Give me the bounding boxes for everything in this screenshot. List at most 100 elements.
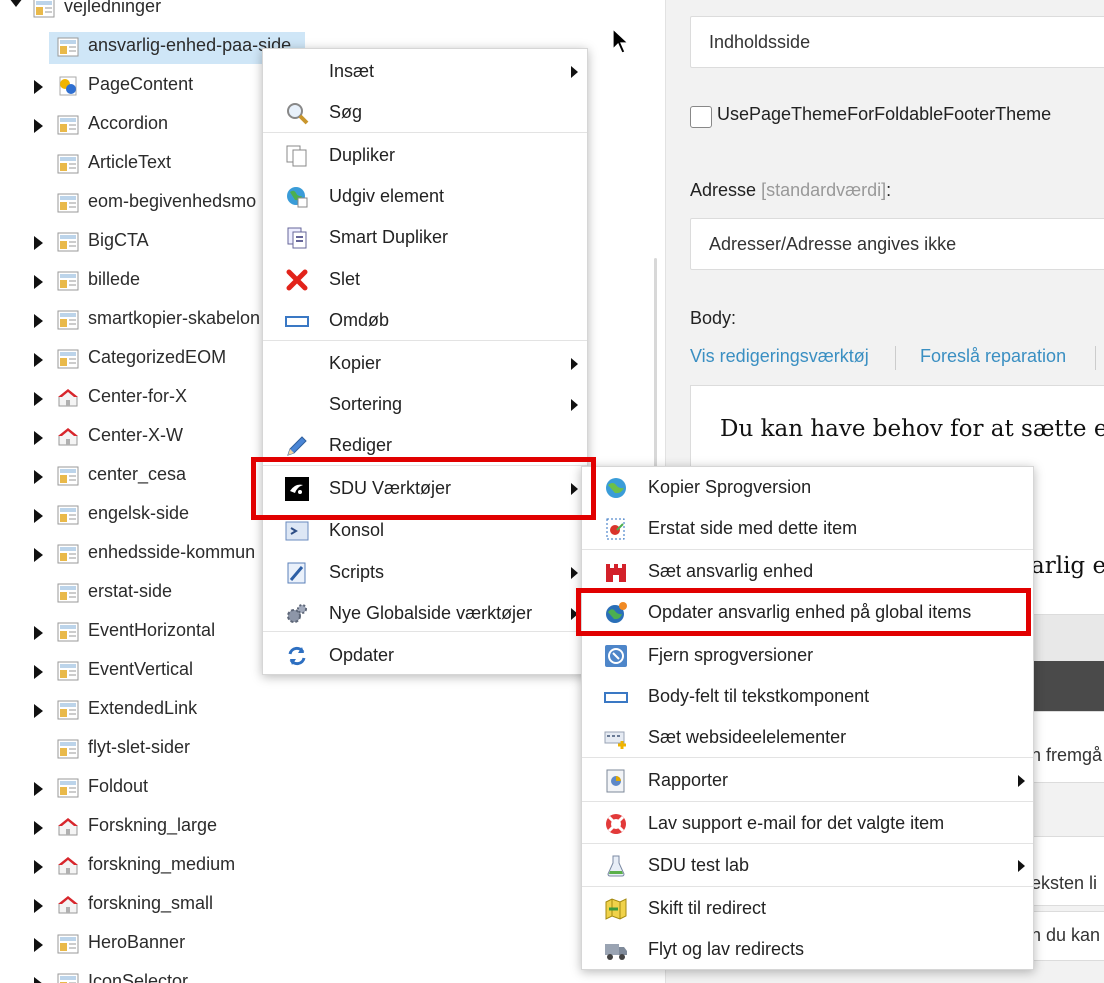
menu-item-insæt[interactable]: Insæt xyxy=(263,51,587,92)
expand-arrow-icon[interactable] xyxy=(34,431,43,445)
delete-x-icon xyxy=(285,268,309,292)
text-fragment: eksten li xyxy=(1031,873,1098,893)
menu-item-label: SDU test lab xyxy=(648,855,750,875)
tree-node[interactable]: flyt-slet-sider xyxy=(0,731,640,770)
submenu-arrow-icon xyxy=(571,567,578,579)
page-template-icon xyxy=(57,466,79,486)
expand-arrow-icon[interactable] xyxy=(34,80,43,94)
menu-item-lav-support-e-mail-for-det-valgte-item[interactable]: Lav support e-mail for det valgte item xyxy=(582,803,1033,844)
menu-separator xyxy=(582,801,1033,802)
address-dropdown[interactable]: Adresser/Adresse angives ikke xyxy=(690,218,1104,270)
theme-checkbox[interactable] xyxy=(690,106,712,128)
suggest-fix-link[interactable]: Foreslå reparation xyxy=(920,346,1066,367)
menu-item-kopier-sprogversion[interactable]: Kopier Sprogversion xyxy=(582,467,1033,508)
expand-arrow-icon[interactable] xyxy=(34,275,43,289)
expand-arrow-icon[interactable] xyxy=(34,470,43,484)
menu-item-label: Smart Dupliker xyxy=(329,227,449,247)
menu-item-flyt-og-lav-redirects[interactable]: Flyt og lav redirects xyxy=(582,929,1033,970)
expand-arrow-icon[interactable] xyxy=(34,977,43,983)
tree-node-label: CategorizedEOM xyxy=(88,347,227,367)
menu-item-søg[interactable]: Søg xyxy=(263,92,587,133)
highlight-box-sdu-tools xyxy=(251,457,596,520)
menu-item-kopier[interactable]: Kopier xyxy=(263,343,587,384)
menu-item-dupliker[interactable]: Dupliker xyxy=(263,135,587,176)
collapse-arrow-icon[interactable] xyxy=(9,0,23,7)
tree-node[interactable]: forskning_small xyxy=(0,887,640,926)
tree-node[interactable]: ExtendedLink xyxy=(0,692,640,731)
tree-node-selected[interactable]: ansvarlig-enhed-paa-side xyxy=(0,29,305,68)
page-content-icon xyxy=(57,76,79,96)
tree-node[interactable]: IconSelector xyxy=(0,965,640,983)
expand-arrow-icon[interactable] xyxy=(34,860,43,874)
menu-item-sæt-websideelelementer[interactable]: Sæt websideelelementer xyxy=(582,717,1033,758)
page-template-icon xyxy=(57,622,79,642)
text-fragment: n fremgå xyxy=(1031,745,1103,765)
menu-item-sortering[interactable]: Sortering xyxy=(263,384,587,425)
menu-separator xyxy=(582,886,1033,887)
show-editor-tools-link[interactable]: Vis redigeringsværktøj xyxy=(690,346,869,367)
text-fragment: n du kan xyxy=(1031,925,1101,945)
expand-arrow-icon[interactable] xyxy=(34,821,43,835)
tree-node-label: BigCTA xyxy=(88,230,149,250)
expand-arrow-icon[interactable] xyxy=(34,353,43,367)
menu-item-rapporter[interactable]: Rapporter xyxy=(582,760,1033,801)
menu-separator xyxy=(263,340,587,341)
menu-item-nye-globalside-værktøjer[interactable]: Nye Globalside værktøjer xyxy=(263,593,587,634)
tree-node-vejledninger[interactable]: vejledninger xyxy=(0,0,300,29)
expand-arrow-icon[interactable] xyxy=(34,236,43,250)
expand-arrow-icon[interactable] xyxy=(34,314,43,328)
screen: { "tree": { "root": "vejledninger", "sel… xyxy=(0,0,1104,983)
page-template-icon xyxy=(57,37,79,57)
expand-arrow-icon[interactable] xyxy=(34,119,43,133)
expand-arrow-icon[interactable] xyxy=(34,899,43,913)
tree-node[interactable]: Foldout xyxy=(0,770,640,809)
menu-item-label: Udgiv element xyxy=(329,186,445,206)
menu-item-label: Scripts xyxy=(329,562,385,582)
menu-separator xyxy=(582,757,1033,758)
menu-item-smart-dupliker[interactable]: Smart Dupliker xyxy=(263,217,587,258)
expand-arrow-icon[interactable] xyxy=(34,548,43,562)
menu-item-skift-til-redirect[interactable]: Skift til redirect xyxy=(582,888,1033,929)
menu-item-erstat-side-med-dette-item[interactable]: Erstat side med dette item xyxy=(582,508,1033,549)
tree-node-label: enhedsside-kommun xyxy=(88,542,256,562)
menu-item-omdøb[interactable]: Omdøb xyxy=(263,300,587,341)
menu-item-body-felt-til-tekstkomponent[interactable]: Body-felt til tekstkomponent xyxy=(582,676,1033,717)
page-template-icon xyxy=(57,544,79,564)
truck-icon xyxy=(604,938,628,962)
menu-item-sæt-ansvarlig-enhed[interactable]: Sæt ansvarlig enhed xyxy=(582,551,1033,592)
expand-arrow-icon[interactable] xyxy=(34,392,43,406)
page-template-icon xyxy=(57,583,79,603)
tree-node[interactable]: HeroBanner xyxy=(0,926,640,965)
menu-item-label: Erstat side med dette item xyxy=(648,518,858,538)
link-divider xyxy=(1095,346,1096,370)
menu-item-slet[interactable]: Slet xyxy=(263,259,587,300)
page-template-icon xyxy=(57,700,79,720)
castle-icon xyxy=(604,560,628,584)
menu-separator xyxy=(582,549,1033,550)
menu-item-sdu-test-lab[interactable]: SDU test lab xyxy=(582,845,1033,886)
menu-item-udgiv-element[interactable]: Udgiv element xyxy=(263,176,587,217)
duplicate-icon xyxy=(285,144,309,168)
console-icon xyxy=(285,519,309,543)
menu-item-opdater[interactable]: Opdater xyxy=(263,635,587,676)
menu-item-label: Kopier Sprogversion xyxy=(648,477,812,497)
expand-arrow-icon[interactable] xyxy=(34,665,43,679)
tree-node-label: Center-for-X xyxy=(88,386,188,406)
submenu-arrow-icon xyxy=(1018,775,1025,787)
redirect-map-icon xyxy=(604,897,628,921)
content-type-field[interactable]: Indholdsside xyxy=(690,16,1104,68)
highlight-box-update-global xyxy=(576,588,1031,636)
expand-arrow-icon[interactable] xyxy=(34,704,43,718)
menu-item-fjern-sprogversioner[interactable]: Fjern sprogversioner xyxy=(582,635,1033,676)
menu-item-scripts[interactable]: Scripts xyxy=(263,552,587,593)
menu-item-label: Flyt og lav redirects xyxy=(648,939,805,959)
menu-item-label: Fjern sprogversioner xyxy=(648,645,814,665)
tree-node[interactable]: Forskning_large xyxy=(0,809,640,848)
tree-node[interactable]: forskning_medium xyxy=(0,848,640,887)
expand-arrow-icon[interactable] xyxy=(34,782,43,796)
expand-arrow-icon[interactable] xyxy=(34,938,43,952)
expand-arrow-icon[interactable] xyxy=(34,509,43,523)
replace-page-icon xyxy=(604,517,628,541)
expand-arrow-icon[interactable] xyxy=(34,626,43,640)
gears-icon xyxy=(285,602,309,626)
